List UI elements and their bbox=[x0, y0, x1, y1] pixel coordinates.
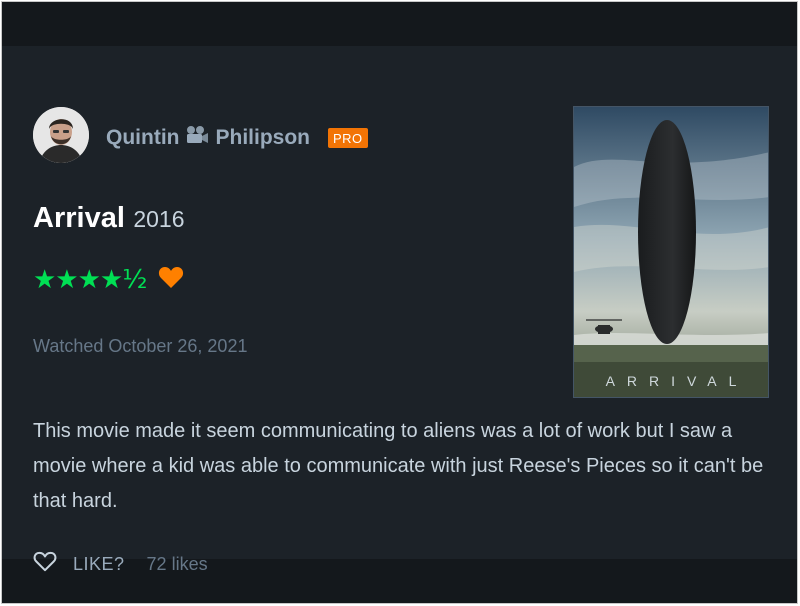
review-body: This movie made it seem communicating to… bbox=[33, 420, 764, 512]
poster-artwork bbox=[574, 107, 768, 397]
film-year[interactable]: 2016 bbox=[133, 206, 184, 232]
avatar-image bbox=[33, 107, 89, 163]
like-button[interactable]: LIKE? bbox=[73, 554, 125, 575]
film-title[interactable]: Arrival bbox=[33, 202, 125, 234]
pro-badge: PRO bbox=[327, 128, 368, 148]
star-rating: ★★★★½ bbox=[33, 265, 147, 295]
review-card: Quintin Philipson PRO Arrival 2016 ★★★★½ bbox=[2, 46, 797, 574]
film-poster[interactable]: ARRIVAL bbox=[573, 106, 769, 398]
author-first-name[interactable]: Quintin bbox=[106, 126, 179, 150]
heart-outline-icon[interactable] bbox=[33, 551, 57, 577]
author-line: Quintin Philipson PRO bbox=[106, 124, 368, 152]
heart-icon bbox=[158, 266, 184, 294]
app-window: Quintin Philipson PRO Arrival 2016 ★★★★½ bbox=[1, 1, 798, 604]
film-heading: Arrival 2016 bbox=[33, 202, 185, 235]
author-last-name[interactable]: Philipson bbox=[215, 126, 310, 150]
movie-camera-icon bbox=[185, 125, 209, 151]
review-actions: LIKE? 72 likes bbox=[33, 551, 208, 577]
poster-wordmark: ARRIVAL bbox=[605, 373, 749, 389]
avatar[interactable] bbox=[33, 107, 89, 163]
rating-row: ★★★★½ bbox=[33, 265, 184, 295]
watched-date: Watched October 26, 2021 bbox=[33, 336, 248, 356]
likes-count[interactable]: 72 likes bbox=[147, 554, 208, 575]
